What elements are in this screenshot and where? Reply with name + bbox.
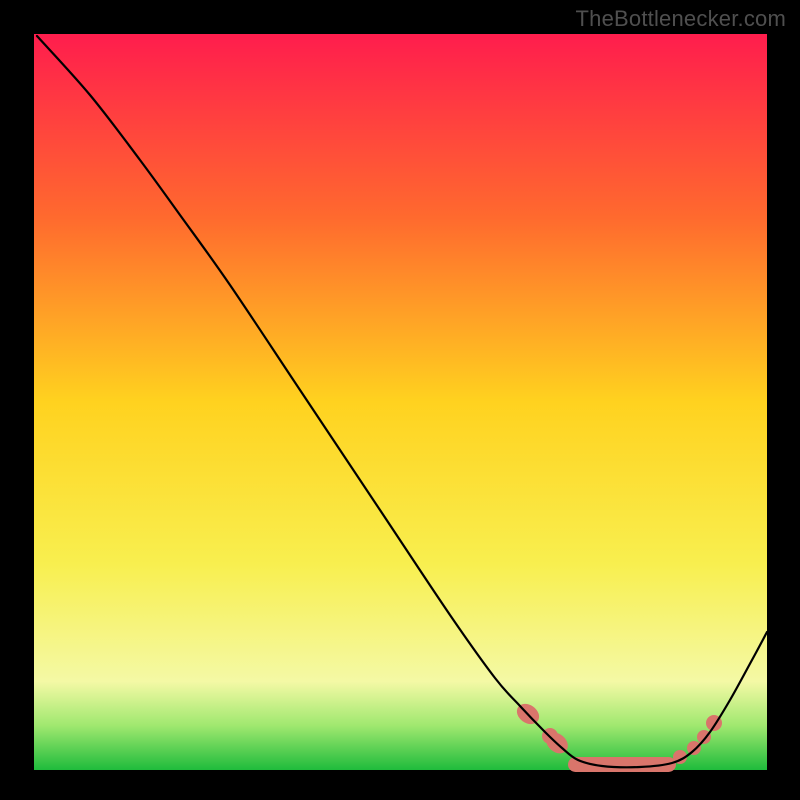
gradient-plot-area bbox=[34, 34, 767, 770]
bottleneck-curve-chart bbox=[0, 0, 800, 800]
chart-frame: TheBottlenecker.com bbox=[0, 0, 800, 800]
watermark-text: TheBottlenecker.com bbox=[576, 6, 786, 32]
